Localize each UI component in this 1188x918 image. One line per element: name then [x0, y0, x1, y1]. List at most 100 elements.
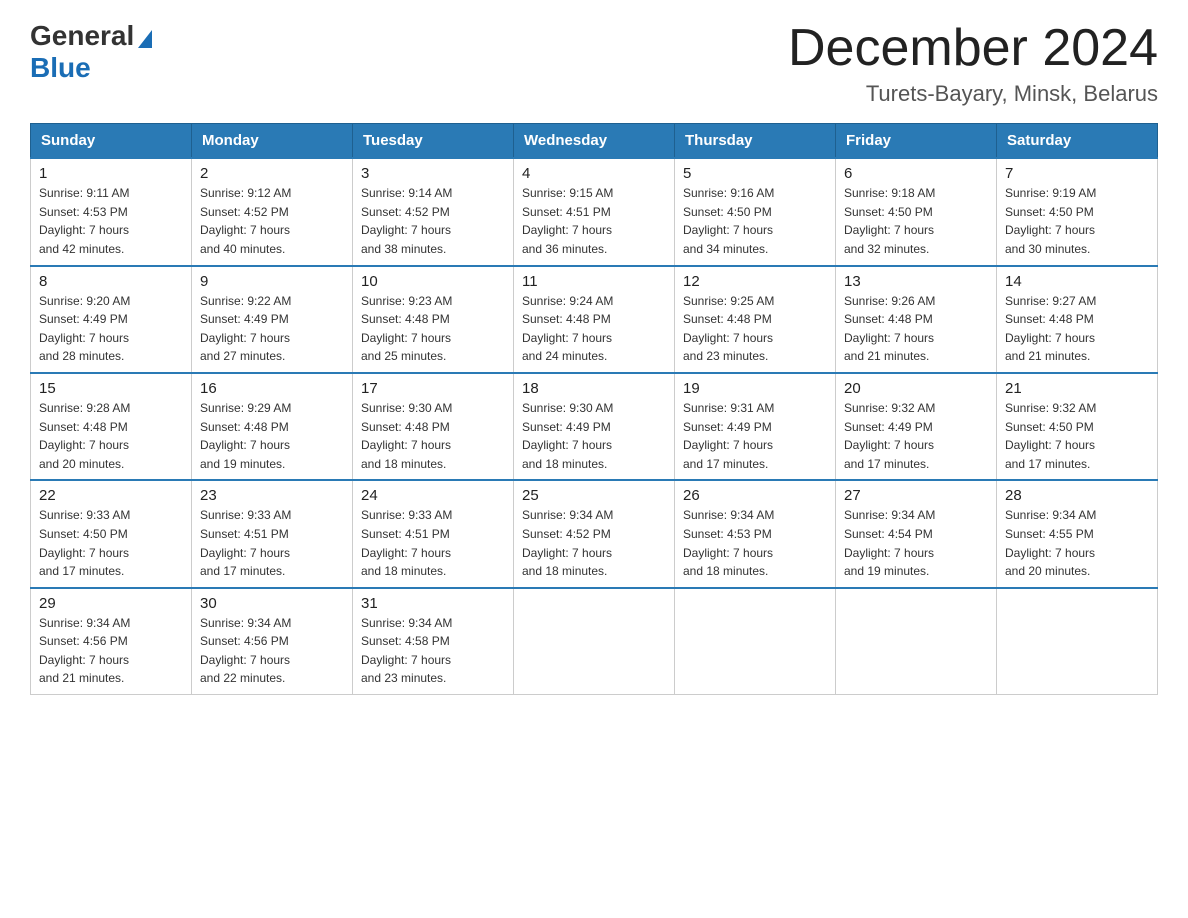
calendar-cell: 13 Sunrise: 9:26 AMSunset: 4:48 PMDayligh…	[836, 266, 997, 373]
day-info: Sunrise: 9:33 AMSunset: 4:50 PMDaylight:…	[39, 506, 183, 580]
day-info: Sunrise: 9:34 AMSunset: 4:52 PMDaylight:…	[522, 506, 666, 580]
calendar-cell: 23 Sunrise: 9:33 AMSunset: 4:51 PMDayligh…	[192, 480, 353, 587]
calendar-cell: 7 Sunrise: 9:19 AMSunset: 4:50 PMDaylight…	[997, 158, 1158, 265]
day-number: 25	[522, 487, 666, 504]
calendar-cell	[997, 588, 1158, 695]
day-number: 10	[361, 273, 505, 290]
calendar-cell: 6 Sunrise: 9:18 AMSunset: 4:50 PMDaylight…	[836, 158, 997, 265]
calendar-cell	[675, 588, 836, 695]
day-number: 6	[844, 165, 988, 182]
weekday-header-sunday: Sunday	[31, 124, 192, 159]
day-number: 13	[844, 273, 988, 290]
day-number: 31	[361, 595, 505, 612]
calendar-cell: 27 Sunrise: 9:34 AMSunset: 4:54 PMDayligh…	[836, 480, 997, 587]
logo-general: General	[30, 20, 134, 52]
weekday-header-tuesday: Tuesday	[353, 124, 514, 159]
day-info: Sunrise: 9:30 AMSunset: 4:49 PMDaylight:…	[522, 399, 666, 473]
day-number: 23	[200, 487, 344, 504]
weekday-header-row: SundayMondayTuesdayWednesdayThursdayFrid…	[31, 124, 1158, 159]
day-number: 3	[361, 165, 505, 182]
weekday-header-thursday: Thursday	[675, 124, 836, 159]
calendar-cell: 17Sunrise: 9:30 AMSunset: 4:48 PMDayligh…	[353, 373, 514, 480]
location-subtitle: Turets-Bayary, Minsk, Belarus	[788, 81, 1158, 107]
day-number: 4	[522, 165, 666, 182]
day-info: Sunrise: 9:19 AMSunset: 4:50 PMDaylight:…	[1005, 184, 1149, 258]
calendar-cell	[836, 588, 997, 695]
day-number: 22	[39, 487, 183, 504]
calendar-cell: 9 Sunrise: 9:22 AMSunset: 4:49 PMDaylight…	[192, 266, 353, 373]
day-info: Sunrise: 9:33 AMSunset: 4:51 PMDaylight:…	[361, 506, 505, 580]
calendar-cell: 20Sunrise: 9:32 AMSunset: 4:49 PMDayligh…	[836, 373, 997, 480]
calendar-week-row: 22 Sunrise: 9:33 AMSunset: 4:50 PMDayligh…	[31, 480, 1158, 587]
day-info: Sunrise: 9:16 AMSunset: 4:50 PMDaylight:…	[683, 184, 827, 258]
day-number: 11	[522, 273, 666, 290]
day-number: 12	[683, 273, 827, 290]
day-info: Sunrise: 9:29 AMSunset: 4:48 PMDaylight:…	[200, 399, 344, 473]
calendar-cell: 28Sunrise: 9:34 AMSunset: 4:55 PMDayligh…	[997, 480, 1158, 587]
day-number: 5	[683, 165, 827, 182]
day-info: Sunrise: 9:32 AMSunset: 4:49 PMDaylight:…	[844, 399, 988, 473]
calendar-cell: 19 Sunrise: 9:31 AMSunset: 4:49 PMDayligh…	[675, 373, 836, 480]
day-info: Sunrise: 9:27 AMSunset: 4:48 PMDaylight:…	[1005, 292, 1149, 366]
calendar-week-row: 15Sunrise: 9:28 AMSunset: 4:48 PMDayligh…	[31, 373, 1158, 480]
day-number: 8	[39, 273, 183, 290]
calendar-cell: 4 Sunrise: 9:15 AMSunset: 4:51 PMDaylight…	[514, 158, 675, 265]
day-info: Sunrise: 9:18 AMSunset: 4:50 PMDaylight:…	[844, 184, 988, 258]
logo-blue: Blue	[30, 52, 91, 83]
calendar-cell: 26 Sunrise: 9:34 AMSunset: 4:53 PMDayligh…	[675, 480, 836, 587]
logo-arrow-icon	[138, 30, 152, 48]
day-info: Sunrise: 9:34 AMSunset: 4:54 PMDaylight:…	[844, 506, 988, 580]
day-info: Sunrise: 9:34 AMSunset: 4:55 PMDaylight:…	[1005, 506, 1149, 580]
calendar-cell: 15Sunrise: 9:28 AMSunset: 4:48 PMDayligh…	[31, 373, 192, 480]
calendar-cell	[514, 588, 675, 695]
day-info: Sunrise: 9:32 AMSunset: 4:50 PMDaylight:…	[1005, 399, 1149, 473]
day-number: 30	[200, 595, 344, 612]
calendar-cell: 8Sunrise: 9:20 AMSunset: 4:49 PMDaylight…	[31, 266, 192, 373]
day-number: 26	[683, 487, 827, 504]
day-info: Sunrise: 9:12 AMSunset: 4:52 PMDaylight:…	[200, 184, 344, 258]
calendar-week-row: 8Sunrise: 9:20 AMSunset: 4:49 PMDaylight…	[31, 266, 1158, 373]
calendar-table: SundayMondayTuesdayWednesdayThursdayFrid…	[30, 123, 1158, 695]
weekday-header-friday: Friday	[836, 124, 997, 159]
day-info: Sunrise: 9:11 AMSunset: 4:53 PMDaylight:…	[39, 184, 183, 258]
calendar-cell: 25 Sunrise: 9:34 AMSunset: 4:52 PMDayligh…	[514, 480, 675, 587]
day-info: Sunrise: 9:23 AMSunset: 4:48 PMDaylight:…	[361, 292, 505, 366]
calendar-week-row: 1Sunrise: 9:11 AMSunset: 4:53 PMDaylight…	[31, 158, 1158, 265]
day-number: 7	[1005, 165, 1149, 182]
day-info: Sunrise: 9:34 AMSunset: 4:53 PMDaylight:…	[683, 506, 827, 580]
day-info: Sunrise: 9:26 AMSunset: 4:48 PMDaylight:…	[844, 292, 988, 366]
calendar-cell: 24Sunrise: 9:33 AMSunset: 4:51 PMDayligh…	[353, 480, 514, 587]
calendar-cell: 21Sunrise: 9:32 AMSunset: 4:50 PMDayligh…	[997, 373, 1158, 480]
day-number: 9	[200, 273, 344, 290]
day-number: 19	[683, 380, 827, 397]
day-number: 27	[844, 487, 988, 504]
day-number: 14	[1005, 273, 1149, 290]
calendar-cell: 2 Sunrise: 9:12 AMSunset: 4:52 PMDaylight…	[192, 158, 353, 265]
calendar-cell: 29 Sunrise: 9:34 AMSunset: 4:56 PMDayligh…	[31, 588, 192, 695]
weekday-header-wednesday: Wednesday	[514, 124, 675, 159]
calendar-cell: 30 Sunrise: 9:34 AMSunset: 4:56 PMDayligh…	[192, 588, 353, 695]
day-info: Sunrise: 9:25 AMSunset: 4:48 PMDaylight:…	[683, 292, 827, 366]
calendar-cell: 10 Sunrise: 9:23 AMSunset: 4:48 PMDayligh…	[353, 266, 514, 373]
day-info: Sunrise: 9:31 AMSunset: 4:49 PMDaylight:…	[683, 399, 827, 473]
day-info: Sunrise: 9:22 AMSunset: 4:49 PMDaylight:…	[200, 292, 344, 366]
logo: General Blue	[30, 20, 152, 84]
day-number: 16	[200, 380, 344, 397]
day-info: Sunrise: 9:33 AMSunset: 4:51 PMDaylight:…	[200, 506, 344, 580]
calendar-cell: 18 Sunrise: 9:30 AMSunset: 4:49 PMDayligh…	[514, 373, 675, 480]
weekday-header-monday: Monday	[192, 124, 353, 159]
day-info: Sunrise: 9:15 AMSunset: 4:51 PMDaylight:…	[522, 184, 666, 258]
calendar-cell: 1Sunrise: 9:11 AMSunset: 4:53 PMDaylight…	[31, 158, 192, 265]
day-info: Sunrise: 9:34 AMSunset: 4:56 PMDaylight:…	[39, 614, 183, 688]
day-info: Sunrise: 9:34 AMSunset: 4:56 PMDaylight:…	[200, 614, 344, 688]
day-info: Sunrise: 9:24 AMSunset: 4:48 PMDaylight:…	[522, 292, 666, 366]
calendar-cell: 22 Sunrise: 9:33 AMSunset: 4:50 PMDayligh…	[31, 480, 192, 587]
day-info: Sunrise: 9:34 AMSunset: 4:58 PMDaylight:…	[361, 614, 505, 688]
calendar-cell: 31 Sunrise: 9:34 AMSunset: 4:58 PMDayligh…	[353, 588, 514, 695]
calendar-cell: 12 Sunrise: 9:25 AMSunset: 4:48 PMDayligh…	[675, 266, 836, 373]
day-number: 2	[200, 165, 344, 182]
day-number: 29	[39, 595, 183, 612]
title-block: December 2024 Turets-Bayary, Minsk, Bela…	[788, 20, 1158, 107]
day-number: 18	[522, 380, 666, 397]
calendar-cell: 11 Sunrise: 9:24 AMSunset: 4:48 PMDayligh…	[514, 266, 675, 373]
